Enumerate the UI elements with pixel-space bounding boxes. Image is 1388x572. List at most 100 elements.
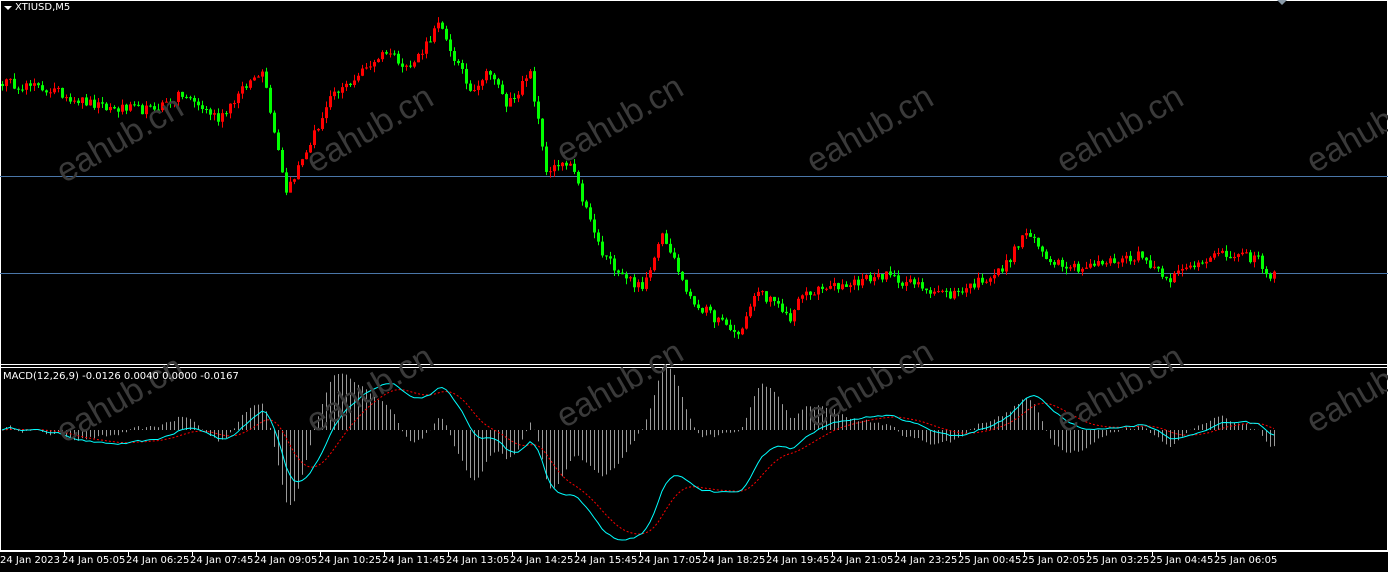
candle-body (645, 277, 648, 289)
candle-body (689, 291, 692, 297)
candle-body (813, 294, 816, 296)
candle-body (105, 103, 108, 111)
candle-body (905, 282, 908, 286)
candle-body (1085, 267, 1088, 269)
candle-body (273, 112, 276, 133)
candle-body (1049, 259, 1052, 263)
time-label: 24 Jan 05:05 (62, 555, 126, 566)
candle (541, 118, 544, 151)
candle-body (749, 306, 752, 317)
candle-body (1009, 260, 1012, 263)
candle-body (1241, 252, 1244, 255)
candle-body (1017, 246, 1020, 248)
candle-body (497, 79, 500, 85)
candle (61, 87, 64, 99)
candle-body (397, 53, 400, 64)
price-chart[interactable] (0, 0, 1388, 572)
candle-body (789, 313, 792, 322)
candle-body (389, 53, 392, 55)
candle-body (833, 283, 836, 287)
candle-body (1113, 258, 1116, 263)
candle (1013, 244, 1016, 265)
candle-body (1149, 260, 1152, 268)
candle-body (869, 275, 872, 282)
candle-body (33, 83, 36, 86)
candle-body (1237, 254, 1240, 257)
candle-body (761, 291, 764, 293)
candle-body (493, 74, 496, 80)
candle-body (333, 91, 336, 97)
candle-body (561, 162, 564, 167)
candle-body (241, 86, 244, 94)
candle-body (41, 85, 44, 91)
candle-body (725, 319, 728, 325)
candle-body (177, 91, 180, 102)
candle-body (681, 271, 684, 280)
candle-body (1217, 252, 1220, 254)
candle (269, 84, 272, 115)
candle-body (525, 78, 528, 82)
candle-body (1117, 262, 1120, 264)
candle-body (921, 282, 924, 289)
candle-body (73, 100, 76, 102)
candle-body (293, 179, 296, 182)
candle-body (937, 291, 940, 293)
candle-body (985, 281, 988, 283)
candle-body (1265, 268, 1268, 275)
candle-body (673, 252, 676, 258)
time-label: 24 Jan 06:25 (126, 555, 190, 566)
candle-body (93, 99, 96, 108)
candle-body (1249, 252, 1252, 263)
candle-body (309, 144, 312, 153)
candle-body (277, 132, 280, 151)
candle-body (961, 291, 964, 293)
candle-body (917, 282, 920, 285)
candle-body (189, 97, 192, 99)
candle-body (1125, 255, 1128, 259)
candle-body (137, 104, 140, 106)
candle-body (113, 107, 116, 109)
candle-body (477, 85, 480, 91)
candle-body (237, 93, 240, 104)
candle-body (861, 278, 864, 286)
candle-body (785, 311, 788, 314)
candle-body (249, 80, 252, 88)
candle-body (1257, 255, 1260, 257)
candle-body (401, 63, 404, 67)
candle-body (1213, 253, 1216, 258)
candle-body (653, 257, 656, 271)
candle-body (77, 100, 80, 104)
candle-body (233, 103, 236, 105)
time-label: 24 Jan 15:45 (574, 555, 638, 566)
candle-body (1193, 265, 1196, 268)
time-label: 24 Jan 2023 (0, 555, 60, 566)
candle-body (1133, 260, 1136, 262)
candle-body (461, 62, 464, 69)
candle-body (341, 87, 344, 93)
candle-body (1145, 257, 1148, 261)
candle-body (1089, 263, 1092, 268)
candle-body (1057, 259, 1060, 265)
candle (797, 296, 800, 311)
candle-body (305, 152, 308, 160)
candle-body (825, 288, 828, 290)
candle-body (1109, 258, 1112, 264)
candle-body (713, 310, 716, 323)
candle-body (685, 279, 688, 292)
candle-body (1045, 251, 1048, 260)
candle-body (485, 71, 488, 81)
candle-body (313, 130, 316, 145)
candle-body (745, 316, 748, 329)
candle-body (1, 84, 4, 87)
candle-body (153, 106, 156, 110)
candle-body (809, 291, 812, 295)
candle-body (697, 304, 700, 309)
candle-body (989, 278, 992, 282)
candle-body (513, 98, 516, 100)
candle-body (429, 41, 432, 43)
candle-body (1233, 256, 1236, 259)
candle-body (193, 98, 196, 102)
candle-body (541, 118, 544, 147)
time-label: 24 Jan 09:05 (254, 555, 318, 566)
time-label: 24 Jan 14:25 (510, 555, 574, 566)
